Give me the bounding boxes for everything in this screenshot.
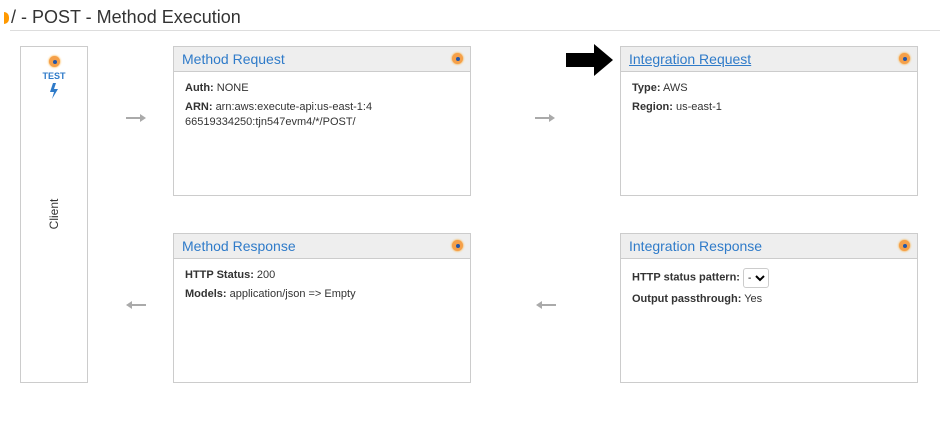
integration-response-title[interactable]: Integration Response [629,238,762,254]
type-label: Type: [632,82,661,94]
status-pattern-label: HTTP status pattern: [632,271,740,284]
integration-request-panel: Integration Request Type: AWS Region: us… [620,46,918,196]
passthrough-value: Yes [744,293,763,305]
divider [10,30,940,31]
arrow-right-icon [126,114,146,122]
arn-label: ARN: [185,101,213,113]
models-label: Models: [185,288,227,300]
method-request-panel: Method Request Auth: NONE ARN: arn:aws:e… [173,46,471,196]
status-orb-icon [899,240,910,251]
method-response-title[interactable]: Method Response [182,238,296,254]
auth-label: Auth: [185,82,214,94]
status-orb-icon [452,53,463,64]
page-title-text: / - POST - Method Execution [11,7,241,27]
page-title: / - POST - Method Execution [4,7,241,28]
arn-value: arn:aws:execute-api:us-east-1:4665193342… [185,101,373,128]
region-label: Region: [632,101,673,113]
test-label: TEST [42,71,66,81]
test-button[interactable]: TEST [21,71,87,101]
http-status-label: HTTP Status: [185,269,254,281]
status-orb-icon [49,56,60,67]
type-value: AWS [662,82,688,94]
lightning-icon [50,83,58,99]
status-dot-icon [4,12,9,24]
arrow-right-icon [535,114,555,122]
passthrough-label: Output passthrough: [632,293,742,305]
method-request-title[interactable]: Method Request [182,51,285,67]
integration-response-panel: Integration Response HTTP status pattern… [620,233,918,383]
models-value: application/json => Empty [229,288,356,300]
http-status-value: 200 [256,269,276,281]
client-panel: TEST Client [20,46,88,383]
pointer-arrow-icon [566,44,613,76]
integration-request-link[interactable]: Integration Request [629,51,751,67]
method-response-panel: Method Response HTTP Status: 200 Models:… [173,233,471,383]
status-pattern-select[interactable]: - [743,268,770,288]
region-value: us-east-1 [676,101,722,113]
arrow-left-icon [126,301,146,309]
status-orb-icon [899,53,910,64]
status-orb-icon [452,240,463,251]
arrow-left-icon [536,301,556,309]
client-label: Client [47,198,61,230]
auth-value: NONE [216,82,249,94]
